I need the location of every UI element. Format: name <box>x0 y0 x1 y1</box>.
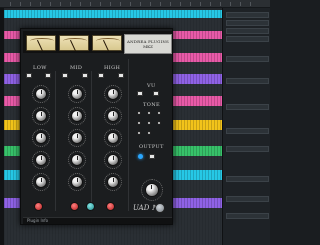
column-header-high: HIGH <box>104 65 121 71</box>
column-header-low: LOW <box>33 65 47 71</box>
vu-meter-icon <box>92 35 122 52</box>
output-gain-knob[interactable] <box>145 183 159 197</box>
plugin-meter-bar: ANDREA PLUGINS MKZ <box>23 31 172 54</box>
mid-freq-knob[interactable] <box>71 110 83 122</box>
tone-toggle[interactable] <box>147 121 151 125</box>
mid-attn-knob[interactable] <box>71 176 83 188</box>
high-shelf-knob[interactable] <box>107 154 119 166</box>
output-switch[interactable] <box>149 154 155 159</box>
mid-q-knob[interactable] <box>71 132 83 144</box>
inspector-row[interactable] <box>226 104 269 110</box>
column-header-mid: MID <box>70 65 83 71</box>
power-icon[interactable] <box>138 154 143 159</box>
high-gain-knob[interactable] <box>107 88 119 100</box>
mid-gain-knob[interactable] <box>71 88 83 100</box>
band-on-button[interactable] <box>70 202 79 211</box>
plugin-info-label[interactable]: Plugin Info <box>27 218 48 223</box>
high-attn-knob[interactable] <box>107 176 119 188</box>
tone-toggle[interactable] <box>147 111 151 115</box>
band-toggle[interactable] <box>45 73 51 78</box>
tone-toggle[interactable] <box>157 111 161 115</box>
eq-plugin-window: ANDREA PLUGINS MKZ LOW MID HIGH VU TONE … <box>20 28 173 225</box>
inspector-row[interactable] <box>226 28 269 34</box>
low-gain-knob[interactable] <box>35 88 47 100</box>
inspector-row[interactable] <box>226 12 269 18</box>
high-freq-knob[interactable] <box>107 110 119 122</box>
band-on-button[interactable] <box>86 202 95 211</box>
brand-line-2: MKZ <box>143 44 153 49</box>
low-q-knob[interactable] <box>35 132 47 144</box>
inspector-row[interactable] <box>226 20 269 26</box>
daw-window: ANDREA PLUGINS MKZ LOW MID HIGH VU TONE … <box>0 0 270 245</box>
band-toggle[interactable] <box>62 73 68 78</box>
inspector-row[interactable] <box>226 146 269 152</box>
section-output: OUTPUT <box>139 144 164 150</box>
inspector-row[interactable] <box>226 128 269 134</box>
column-divider <box>91 71 92 211</box>
inspector-panel <box>222 8 270 245</box>
inspector-row[interactable] <box>226 176 269 182</box>
inspector-row[interactable] <box>226 78 269 84</box>
band-on-button[interactable] <box>34 202 43 211</box>
column-divider <box>128 59 129 211</box>
plugin-status-bar: Plugin Info <box>23 217 172 224</box>
low-freq-knob[interactable] <box>35 110 47 122</box>
power-seal-icon[interactable] <box>155 203 165 213</box>
band-toggle[interactable] <box>118 73 124 78</box>
low-shelf-knob[interactable] <box>35 154 47 166</box>
tone-toggle[interactable] <box>157 121 161 125</box>
band-on-button[interactable] <box>106 202 115 211</box>
section-tone: TONE <box>143 102 161 108</box>
timeline-ruler[interactable] <box>0 0 270 8</box>
tone-toggle[interactable] <box>137 111 141 115</box>
vu-switch[interactable] <box>153 91 159 96</box>
tone-toggle[interactable] <box>147 131 151 135</box>
vu-meter-icon <box>26 35 56 52</box>
section-vu: VU <box>147 83 156 89</box>
low-attn-knob[interactable] <box>35 176 47 188</box>
inspector-row[interactable] <box>226 196 269 202</box>
inspector-row[interactable] <box>226 56 269 62</box>
band-toggle[interactable] <box>98 73 104 78</box>
track-lane[interactable] <box>4 10 222 18</box>
plugin-brand-plate: ANDREA PLUGINS MKZ <box>124 34 172 54</box>
column-divider <box>55 71 56 211</box>
mid-boost-knob[interactable] <box>71 154 83 166</box>
inspector-row[interactable] <box>226 36 269 42</box>
high-q-knob[interactable] <box>107 132 119 144</box>
vu-switch[interactable] <box>137 91 143 96</box>
vu-meter-icon <box>59 35 89 52</box>
tone-toggle[interactable] <box>137 121 141 125</box>
band-toggle[interactable] <box>82 73 88 78</box>
band-toggle[interactable] <box>26 73 32 78</box>
inspector-row[interactable] <box>226 213 269 219</box>
tone-toggle[interactable] <box>137 131 141 135</box>
